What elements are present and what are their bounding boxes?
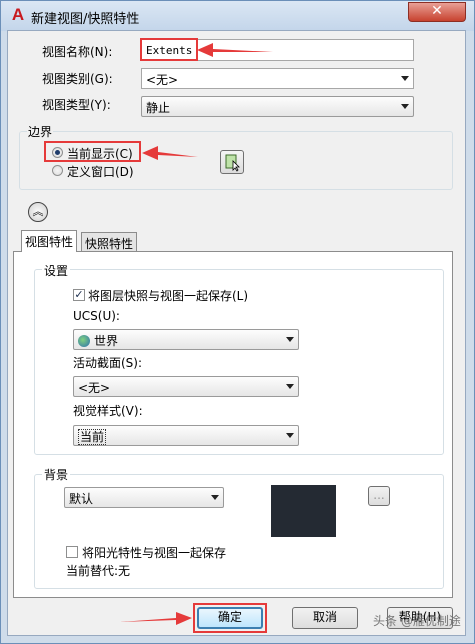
save-layer-snapshot-checkbox[interactable]: ✓: [73, 289, 85, 301]
annotation-arrow-icon: [142, 146, 198, 160]
visual-style-select[interactable]: 当前: [73, 425, 299, 446]
settings-title: 设置: [42, 262, 71, 279]
view-type-select[interactable]: 静止: [141, 96, 414, 117]
pick-window-icon: [225, 154, 240, 172]
live-section-select[interactable]: <无>: [73, 376, 299, 397]
chevron-down-icon: [401, 104, 409, 109]
chevron-down-icon: [286, 384, 294, 389]
save-layer-snapshot-label[interactable]: 将图层快照与视图一起保存(L): [88, 287, 248, 304]
annotation-arrow-icon: [197, 43, 273, 57]
boundary-title: 边界: [27, 123, 54, 140]
tab-snapshot-properties[interactable]: 快照特性: [81, 232, 138, 252]
view-category-value: <无>: [146, 73, 179, 87]
view-category-label: 视图类别(G):: [42, 72, 113, 86]
background-value: 默认: [69, 492, 94, 506]
chevron-down-icon: [401, 76, 409, 81]
ucs-value: 世界: [94, 334, 119, 348]
close-icon: ✕: [431, 3, 443, 19]
define-window-radio[interactable]: [52, 165, 63, 176]
background-select[interactable]: 默认: [64, 487, 224, 508]
collapse-icon[interactable]: ︽: [28, 202, 48, 222]
visual-style-value: 当前: [78, 429, 107, 445]
close-button[interactable]: ✕: [408, 2, 466, 22]
define-window-pick-button[interactable]: [220, 150, 244, 174]
annotation-highlight-view-name: [140, 38, 198, 61]
background-preview-swatch: [271, 485, 336, 537]
view-type-label: 视图类型(Y):: [42, 98, 111, 112]
define-window-label[interactable]: 定义窗口(D): [67, 163, 134, 180]
view-name-label: 视图名称(N):: [42, 45, 113, 59]
annotation-highlight-ok: [193, 603, 267, 633]
chevron-down-icon: [286, 433, 294, 438]
chevron-down-icon: [286, 337, 294, 342]
save-sun-checkbox[interactable]: [66, 546, 78, 558]
current-override-text: 当前替代:无: [66, 564, 131, 578]
visual-style-label: 视觉样式(V):: [73, 404, 143, 418]
view-type-value: 静止: [146, 101, 171, 115]
window-title: 新建视图/快照特性: [31, 12, 140, 27]
cancel-button[interactable]: 取消: [292, 607, 358, 629]
view-category-select[interactable]: <无>: [141, 68, 414, 89]
ucs-label: UCS(U):: [73, 309, 120, 323]
title-bar[interactable]: A 新建视图/快照特性 ✕: [1, 1, 474, 31]
save-sun-label[interactable]: 将阳光特性与视图一起保存: [82, 544, 226, 561]
ucs-select[interactable]: 世界: [73, 329, 299, 350]
annotation-highlight-current-display: [44, 141, 141, 162]
live-section-value: <无>: [78, 381, 111, 395]
tab-view-properties[interactable]: 视图特性: [21, 230, 78, 252]
globe-icon: [78, 335, 90, 347]
background-title: 背景: [42, 466, 71, 483]
watermark-text: 头条 @雁优制途: [373, 614, 461, 628]
autocad-logo-icon: A: [11, 5, 25, 24]
background-browse-button[interactable]: ...: [368, 486, 390, 506]
live-section-label: 活动截面(S):: [73, 356, 143, 370]
chevron-down-icon: [211, 495, 219, 500]
annotation-arrow-icon: [120, 612, 192, 625]
